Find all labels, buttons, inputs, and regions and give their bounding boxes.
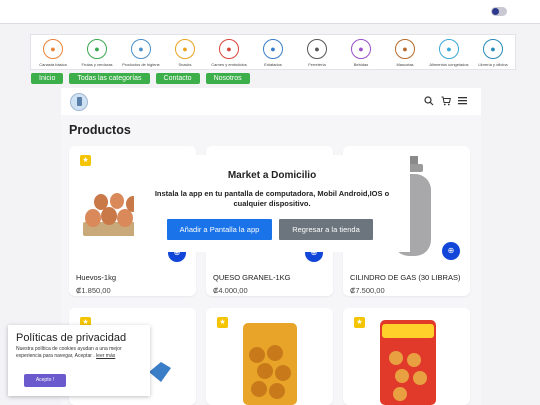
- install-app-modal: Market a Domicilio Instala la app en tu …: [134, 155, 410, 252]
- product-name: CILINDRO DE GAS (30 LIBRAS): [350, 273, 461, 282]
- category-item[interactable]: ● Ferretería: [297, 39, 337, 67]
- category-label: Carnes y embutidos: [211, 62, 247, 67]
- category-label: Productos de higiene: [122, 62, 160, 67]
- category-item[interactable]: ● Librería y oficina: [473, 39, 513, 67]
- toggle-knob: [492, 8, 499, 15]
- category-item[interactable]: ● Productos de higiene: [121, 39, 161, 67]
- category-label: Librería y oficina: [478, 62, 508, 67]
- category-item[interactable]: ● Snacks: [165, 39, 205, 67]
- product-price: ₡1.850,00: [76, 286, 111, 295]
- category-item[interactable]: ● Frutas y verduras: [77, 39, 117, 67]
- modal-title: Market a Domicilio: [227, 170, 317, 181]
- snack-bag-icon: ●: [175, 39, 195, 59]
- add-to-home-screen-button[interactable]: Añadir a Pantalla la app: [167, 219, 272, 240]
- category-item[interactable]: ● Bebidas: [341, 39, 381, 67]
- category-label: Alimentos congelados: [429, 62, 469, 67]
- category-label: Canasta básica: [39, 62, 67, 67]
- privacy-title: Políticas de privacidad: [16, 332, 127, 344]
- category-item[interactable]: ● Mascotas: [385, 39, 425, 67]
- nav-contact-button[interactable]: Contacto: [155, 73, 200, 84]
- star-icon: ★: [217, 317, 228, 328]
- product-price: ₡7.500,00: [350, 286, 385, 295]
- read-more-link[interactable]: leer más: [96, 353, 115, 359]
- hamburger-menu-icon[interactable]: [458, 96, 467, 107]
- category-label: Frutas y verduras: [81, 62, 113, 67]
- product-price: ₡4.000,00: [213, 286, 248, 295]
- book-icon: ●: [483, 39, 503, 59]
- privacy-text: Nuestra política de cookies ayudan a una…: [16, 346, 146, 359]
- can-icon: ●: [263, 39, 283, 59]
- category-label: Mascotas: [396, 62, 414, 67]
- product-card[interactable]: ★: [343, 308, 470, 405]
- category-label: Enlatados: [264, 62, 282, 67]
- category-item[interactable]: ● Carnes y embutidos: [209, 39, 249, 67]
- theme-toggle[interactable]: [491, 7, 507, 16]
- bread-package-image: [243, 323, 297, 405]
- category-item[interactable]: ● Enlatados: [253, 39, 293, 67]
- accept-button[interactable]: Acepto !: [24, 374, 66, 387]
- nav-all-categories-button[interactable]: Todas las categorías: [69, 73, 150, 84]
- product-name: Huevos-1kg: [76, 273, 117, 282]
- star-icon: ★: [354, 317, 365, 328]
- snowflake-icon: ●: [439, 39, 459, 59]
- category-label: Ferretería: [308, 62, 326, 67]
- cart-icon[interactable]: [441, 96, 451, 108]
- star-icon: ★: [80, 155, 91, 166]
- add-to-cart-button[interactable]: ⊕: [442, 242, 460, 260]
- product-name: QUESO GRANEL-1KG: [213, 273, 291, 282]
- category-label: Bebidas: [353, 62, 369, 67]
- basket-icon: ●: [43, 39, 63, 59]
- nav-about-button[interactable]: Nosotros: [205, 73, 250, 84]
- store-header: [61, 88, 481, 115]
- category-label: Snacks: [178, 62, 192, 67]
- apple-icon: ●: [87, 39, 107, 59]
- logo-figure: [77, 97, 82, 106]
- soap-bottle-icon: ●: [131, 39, 151, 59]
- top-bar: [0, 0, 540, 24]
- wrench-icon: ●: [307, 39, 327, 59]
- nav-inicio-button[interactable]: Inicio: [31, 73, 64, 84]
- search-icon[interactable]: [424, 96, 434, 108]
- bottle-icon: ●: [351, 39, 371, 59]
- nav-buttons: Inicio Todas las categorías Contacto Nosotr…: [31, 73, 250, 84]
- products-title: Productos: [69, 123, 131, 137]
- modal-text: Instala la app en tu pantalla de computa…: [154, 189, 390, 208]
- product-card[interactable]: ★: [206, 308, 333, 405]
- category-item[interactable]: ● Alimentos congelados: [429, 39, 469, 67]
- category-item[interactable]: ● Canasta básica: [33, 39, 73, 67]
- category-bar: ● Canasta básica ● Frutas y verduras ● Produc…: [30, 34, 516, 70]
- privacy-popup: Políticas de privacidad Nuestra política…: [8, 325, 150, 396]
- return-to-store-button[interactable]: Regresar a la tienda: [279, 219, 373, 240]
- store-logo[interactable]: [70, 93, 88, 111]
- paw-icon: ●: [395, 39, 415, 59]
- meat-icon: ●: [219, 39, 239, 59]
- cookie-package-image: [380, 320, 436, 405]
- product-image: [149, 362, 171, 382]
